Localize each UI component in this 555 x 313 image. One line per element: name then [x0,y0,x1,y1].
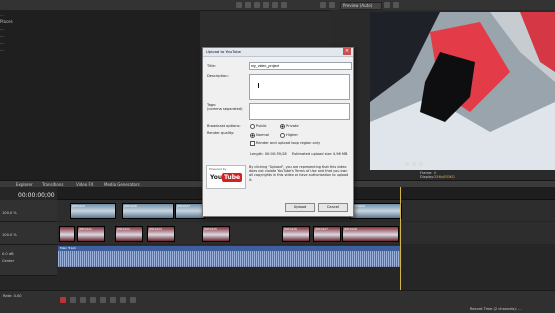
snap-icon[interactable] [236,2,242,8]
radio-public-label[interactable]: Public [256,124,267,128]
stop-icon[interactable] [263,2,269,8]
play-from-start-icon[interactable] [80,297,86,303]
video-preview-panel: Frame: 0 Display: 256x/ROKG Master B [330,10,555,186]
video-lane-2[interactable]: JMP1621 JMP1622 JMP1623 JMP1625 JMP1626 … [57,222,555,244]
video-clip[interactable]: JMP1622 [115,226,143,242]
close-icon[interactable]: × [343,48,351,55]
radio-higher[interactable] [280,133,285,138]
transport-bar: Rate: 0.00 Record Time (2 channels): ... [0,290,555,313]
quality-label: Render quality: [207,131,235,135]
radio-private-label[interactable]: Private [286,124,299,128]
text-cursor [258,83,259,88]
timeline-timecode: 00:00:00;00 [18,192,55,199]
legal-text: By clicking "Upload", you are representi… [249,165,349,182]
radio-normal[interactable] [250,133,255,138]
record-icon[interactable] [60,297,66,303]
explorer-item[interactable]: Places [0,19,13,24]
waveform-right [58,259,401,267]
video-clip[interactable] [59,226,75,242]
radio-public[interactable] [250,124,255,129]
explorer-item[interactable]: ... [0,12,4,17]
project-explorer: ... Places ... ... ... ... [0,10,200,180]
video-clip[interactable]: JMP1625 [70,203,116,219]
broadcast-label: Broadcast options: [207,124,241,128]
preview-display-label: Display: [420,175,435,179]
track-level: 100.0 % [2,211,17,215]
go-to-end-icon[interactable] [130,297,136,303]
title-label: Title: [207,64,216,68]
stop-icon[interactable] [110,297,116,303]
save-snapshot-icon[interactable] [393,2,399,8]
cut-icon[interactable] [245,2,251,8]
audio-pan: Center [2,259,15,263]
preview-play-icon[interactable] [405,162,409,166]
video-clip[interactable]: JMP1621 [77,226,105,242]
play-icon[interactable] [254,2,260,8]
preview-pause-icon[interactable] [412,162,416,166]
upload-youtube-dialog: Upload to YouTube × Title: Description: … [202,47,354,217]
length-text: Length: 00:00:39;28 [250,152,287,156]
audio-volume: 0.0 dB [2,252,14,256]
track-header-audio[interactable]: 0.0 dB Center [0,245,57,276]
tags-hint: (comma separated) [207,107,243,111]
youtube-logo: Powered by You Tube [206,165,246,189]
loop-region-label[interactable]: Render and upload loop region only [256,141,320,145]
explorer-item[interactable]: ... [0,47,4,52]
loop-playback-icon[interactable] [70,297,76,303]
cancel-button[interactable]: Cancel [318,203,348,212]
pause-icon[interactable] [100,297,106,303]
copy-frame-icon[interactable] [384,2,390,8]
dialog-title: Upload to YouTube [206,49,241,54]
explorer-item[interactable]: ... [0,33,4,38]
radio-higher-label[interactable]: Higher [286,133,298,137]
loop-region-checkbox[interactable] [250,141,255,146]
play-icon[interactable] [90,297,96,303]
video-clip[interactable]: JMP1623 [147,226,175,242]
video-clip[interactable]: JMP1627 [175,203,205,219]
radio-private[interactable] [280,124,285,129]
preview-image [370,12,555,170]
youtube-logo-tube: Tube [222,173,243,182]
properties-icon[interactable] [320,2,326,8]
preview-transport [405,162,445,167]
audio-clip[interactable]: Main Track [57,245,402,267]
rate-label: Rate: 0.00 [3,294,22,298]
title-input[interactable] [249,62,352,70]
preview-quality-select[interactable]: Preview (Auto) [340,2,382,10]
upload-size-text: Estimated upload size 4.96 MB [292,152,348,156]
settings-icon[interactable] [329,2,335,8]
video-clip[interactable]: JMP1627 [313,226,341,242]
video-clip[interactable]: JMP1620 [350,203,402,219]
tags-input[interactable] [249,103,350,120]
preview-display-value: 256x/ROKG [434,175,455,179]
track-header-video-1[interactable]: 100.0 % [0,200,57,222]
go-to-start-icon[interactable] [120,297,126,303]
preview-stop-icon[interactable] [419,162,423,166]
waveform-left [58,251,401,259]
playhead[interactable] [400,187,401,290]
track-header-video-2[interactable]: 100.0 % [0,222,57,245]
youtube-logo-you: You [210,174,223,181]
explorer-item[interactable]: ... [0,40,4,45]
video-clip[interactable]: JMP1626 [282,226,310,242]
marker-icon[interactable] [281,2,287,8]
dialog-title-bar: Upload to YouTube × [203,48,353,57]
explorer-item[interactable]: ... [0,26,4,31]
powered-by-text: Powered by [209,167,227,171]
loop-icon[interactable] [272,2,278,8]
preview-frame [370,12,555,170]
record-time-label: Record Time (2 channels): ... [470,307,522,311]
audio-clip-label: Main Track [60,246,76,250]
radio-normal-label[interactable]: Normal [256,133,269,137]
video-clip[interactable]: JMP1628 [342,226,399,242]
video-clip[interactable]: JMP1626 [122,203,174,219]
upload-button[interactable]: Upload [285,203,315,212]
description-label: Description: [207,74,229,78]
description-textarea[interactable] [249,74,350,100]
video-clip[interactable]: JMP1625 [202,226,230,242]
track-level: 100.0 % [2,233,17,237]
